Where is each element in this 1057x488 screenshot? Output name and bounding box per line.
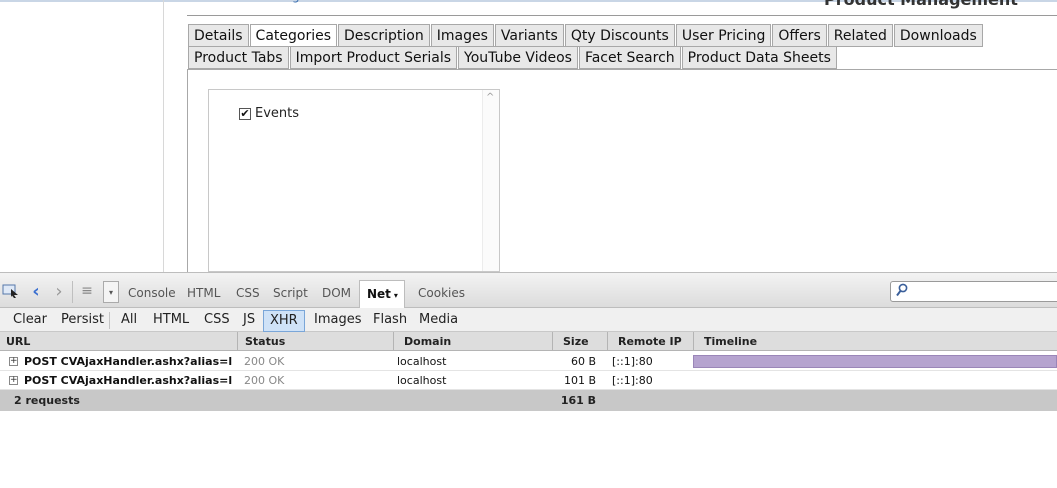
tab-import-product-serials[interactable]: Import Product Serials bbox=[289, 46, 458, 69]
expand-icon[interactable]: + bbox=[9, 357, 18, 366]
categories-list[interactable]: ✔ Events ^ bbox=[208, 89, 500, 272]
net-filter-bar: Clear Persist All HTML CSS JS XHR Images… bbox=[0, 308, 1057, 332]
events-checkbox[interactable]: ✔ bbox=[239, 107, 251, 120]
net-summary-row: 2 requests 161 B bbox=[0, 390, 1057, 411]
tab-related[interactable]: Related bbox=[827, 24, 893, 47]
toolbar-separator bbox=[72, 281, 73, 303]
column-separator bbox=[237, 332, 238, 351]
column-size[interactable]: Size bbox=[563, 335, 589, 348]
tab-youtube-videos[interactable]: YouTube Videos bbox=[458, 46, 578, 69]
dropdown-icon[interactable]: ▾ bbox=[103, 281, 119, 303]
request-remote-ip: [::1]:80 bbox=[612, 355, 653, 368]
request-domain: localhost bbox=[397, 355, 447, 368]
tab-offers[interactable]: Offers bbox=[772, 24, 827, 47]
expand-icon[interactable]: + bbox=[9, 376, 18, 385]
request-domain: localhost bbox=[397, 374, 447, 387]
tab-details[interactable]: Details bbox=[188, 24, 249, 47]
chevron-down-icon[interactable]: ▾ bbox=[394, 291, 398, 300]
column-separator bbox=[552, 332, 553, 351]
column-remote-ip[interactable]: Remote IP bbox=[618, 335, 682, 348]
search-icon bbox=[896, 283, 908, 301]
request-status: 200 OK bbox=[244, 374, 285, 387]
tab-css[interactable]: CSS bbox=[236, 286, 260, 300]
tab-user-pricing[interactable]: User Pricing bbox=[675, 24, 772, 47]
timeline-bar[interactable] bbox=[693, 355, 1057, 368]
tab-product-data-sheets[interactable]: Product Data Sheets bbox=[681, 46, 837, 69]
tab-facet-search[interactable]: Facet Search bbox=[578, 46, 681, 69]
column-separator bbox=[693, 332, 694, 351]
column-url[interactable]: URL bbox=[6, 335, 30, 348]
page-title: Product Management bbox=[824, 0, 1018, 9]
table-row[interactable]: + POST CVAjaxHandler.ashx?alias=loc 200 … bbox=[0, 352, 1057, 371]
forward-icon[interactable]: › bbox=[51, 281, 67, 302]
request-count: 2 requests bbox=[14, 394, 80, 407]
tab-dom[interactable]: DOM bbox=[322, 286, 351, 300]
column-separator bbox=[607, 332, 608, 351]
tab-net-label: Net bbox=[367, 287, 391, 301]
filter-media[interactable]: Media bbox=[416, 311, 461, 331]
tab-variants[interactable]: Variants bbox=[494, 24, 564, 47]
request-size: 101 B bbox=[563, 374, 596, 387]
subbar-separator bbox=[109, 312, 110, 329]
devtools-toolbar: ‹ › ≡ ▾ Console HTML CSS Script DOM Net ▾… bbox=[0, 272, 1057, 309]
page-content: g Product Management Details Categories … bbox=[0, 0, 1057, 272]
filter-html[interactable]: HTML bbox=[150, 311, 192, 331]
category-label: Events bbox=[255, 106, 300, 121]
net-table-header: URL Status Domain Size Remote IP Timelin… bbox=[0, 332, 1057, 351]
categories-scrollbar[interactable]: ^ bbox=[482, 90, 499, 271]
column-status[interactable]: Status bbox=[245, 335, 285, 348]
filter-xhr[interactable]: XHR bbox=[263, 310, 305, 332]
devtools-panel: ‹ › ≡ ▾ Console HTML CSS Script DOM Net ▾… bbox=[0, 272, 1057, 488]
tab-description[interactable]: Description bbox=[338, 24, 430, 47]
request-url[interactable]: POST CVAjaxHandler.ashx?alias=loc bbox=[24, 355, 232, 368]
tab-downloads[interactable]: Downloads bbox=[893, 24, 983, 47]
tab-cookies[interactable]: Cookies bbox=[418, 286, 465, 300]
filter-flash[interactable]: Flash bbox=[370, 311, 410, 331]
tab-script[interactable]: Script bbox=[273, 286, 308, 300]
filter-css[interactable]: CSS bbox=[201, 311, 233, 331]
filter-all[interactable]: All bbox=[118, 311, 140, 331]
request-url[interactable]: POST CVAjaxHandler.ashx?alias=loc bbox=[24, 374, 232, 387]
inspect-icon[interactable] bbox=[0, 282, 22, 300]
clear-button[interactable]: Clear bbox=[10, 311, 50, 331]
tab-images[interactable]: Images bbox=[430, 24, 494, 47]
column-domain[interactable]: Domain bbox=[404, 335, 451, 348]
header-rule bbox=[187, 15, 1057, 16]
request-remote-ip: [::1]:80 bbox=[612, 374, 653, 387]
left-column-divider bbox=[163, 0, 164, 272]
category-item-events[interactable]: ✔ Events bbox=[239, 106, 299, 121]
tab-net[interactable]: Net ▾ bbox=[359, 280, 405, 309]
total-size: 161 B bbox=[560, 394, 596, 407]
tab-product-tabs[interactable]: Product Tabs bbox=[188, 46, 289, 69]
tab-console[interactable]: Console bbox=[128, 286, 176, 300]
back-icon[interactable]: ‹ bbox=[28, 281, 44, 302]
tab-html[interactable]: HTML bbox=[187, 286, 220, 300]
product-tabs-row-1: Details Categories Description Images Va… bbox=[188, 24, 984, 47]
filter-images[interactable]: Images bbox=[311, 311, 365, 331]
filter-js[interactable]: JS bbox=[240, 311, 258, 331]
product-tabs-row-2: Product Tabs Import Product Serials YouT… bbox=[188, 46, 838, 69]
table-row[interactable]: + POST CVAjaxHandler.ashx?alias=loc 200 … bbox=[0, 371, 1057, 390]
tab-categories[interactable]: Categories bbox=[249, 24, 338, 47]
search-input[interactable] bbox=[890, 281, 1057, 302]
menu-icon[interactable]: ≡ bbox=[75, 282, 99, 300]
scroll-up-icon[interactable]: ^ bbox=[486, 92, 494, 103]
persist-button[interactable]: Persist bbox=[58, 311, 107, 331]
header-link[interactable]: g bbox=[292, 0, 300, 3]
column-separator bbox=[393, 332, 394, 351]
tab-qty-discounts[interactable]: Qty Discounts bbox=[564, 24, 675, 47]
column-timeline[interactable]: Timeline bbox=[704, 335, 757, 348]
request-size: 60 B bbox=[570, 355, 596, 368]
request-status: 200 OK bbox=[244, 355, 285, 368]
